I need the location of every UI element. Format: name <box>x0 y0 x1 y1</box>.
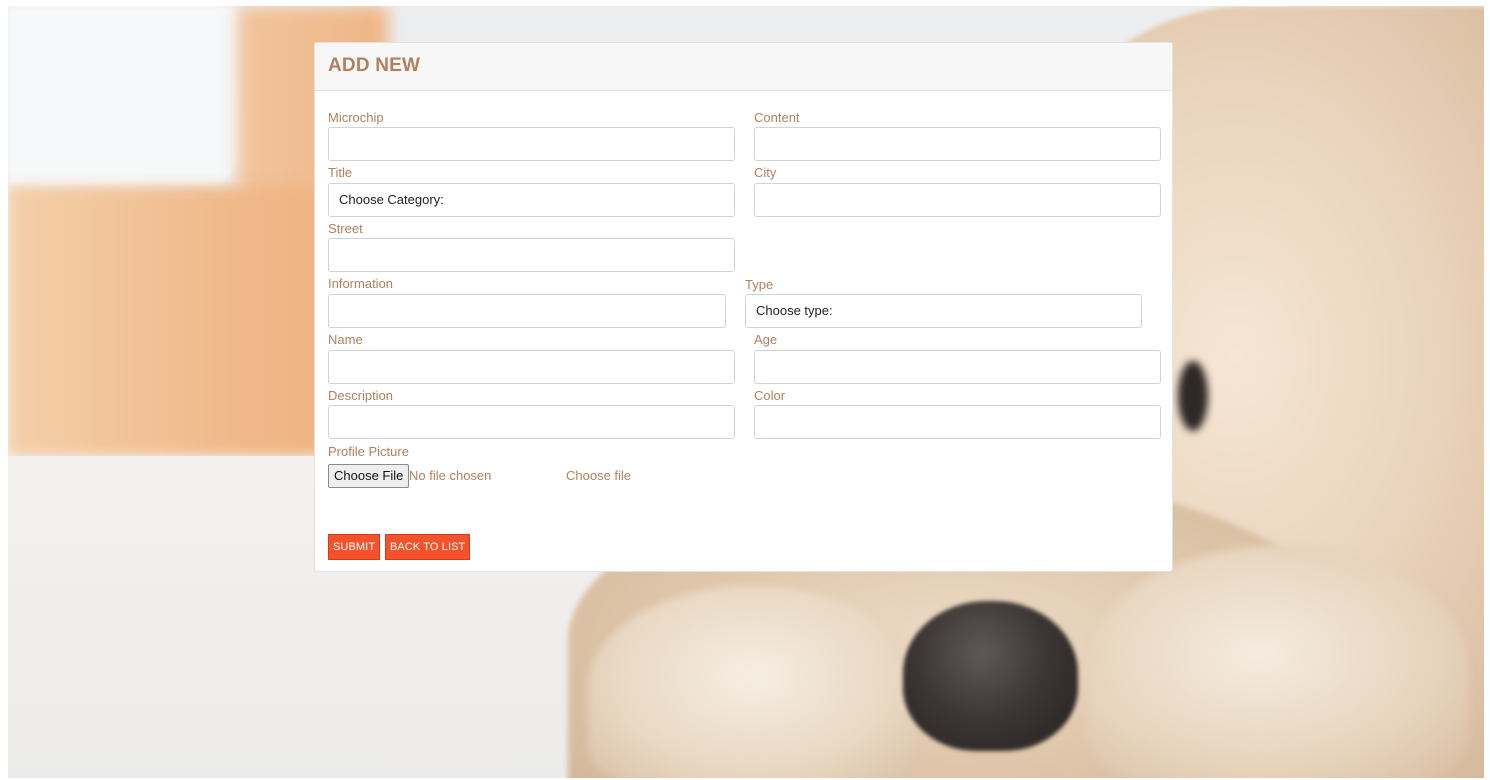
back-to-list-button[interactable]: BACK TO LIST <box>385 534 471 560</box>
microchip-label: Microchip <box>328 110 384 125</box>
background-dog-nose <box>903 601 1078 751</box>
type-label: Type <box>745 277 774 292</box>
file-status-text: No file chosen <box>409 468 492 483</box>
name-input[interactable] <box>328 350 735 384</box>
city-label: City <box>754 165 777 180</box>
submit-button[interactable]: SUBMIT <box>328 534 381 560</box>
color-label: Color <box>754 388 786 403</box>
age-label: Age <box>754 332 778 347</box>
background-dog-eye <box>1178 361 1208 431</box>
choose-file-hint: Choose file <box>566 468 632 483</box>
profile-picture-label: Profile Picture <box>328 444 409 459</box>
card-title: ADD NEW <box>328 55 421 76</box>
background-dog-paw-right <box>1088 546 1468 778</box>
information-label: Information <box>328 276 394 291</box>
description-label: Description <box>328 388 394 403</box>
type-select[interactable]: Choose type: <box>745 294 1142 328</box>
microchip-input[interactable] <box>328 127 735 161</box>
background-window <box>8 6 238 186</box>
add-new-card: ADD NEW Microchip Content Title Choose C… <box>314 42 1173 572</box>
title-label: Title <box>328 165 353 180</box>
card-header: ADD NEW <box>315 43 1172 91</box>
background-dog-paw-left <box>588 586 918 778</box>
choose-file-button[interactable]: Choose File <box>328 464 410 488</box>
content-label: Content <box>754 110 800 125</box>
color-input[interactable] <box>754 405 1161 439</box>
city-input[interactable] <box>754 183 1161 217</box>
age-input[interactable] <box>754 350 1161 384</box>
street-label: Street <box>328 221 363 236</box>
category-select[interactable]: Choose Category: <box>328 183 735 217</box>
street-input[interactable] <box>328 238 735 272</box>
information-input[interactable] <box>328 294 726 328</box>
name-label: Name <box>328 332 363 347</box>
description-input[interactable] <box>328 405 735 439</box>
content-input[interactable] <box>754 127 1161 161</box>
